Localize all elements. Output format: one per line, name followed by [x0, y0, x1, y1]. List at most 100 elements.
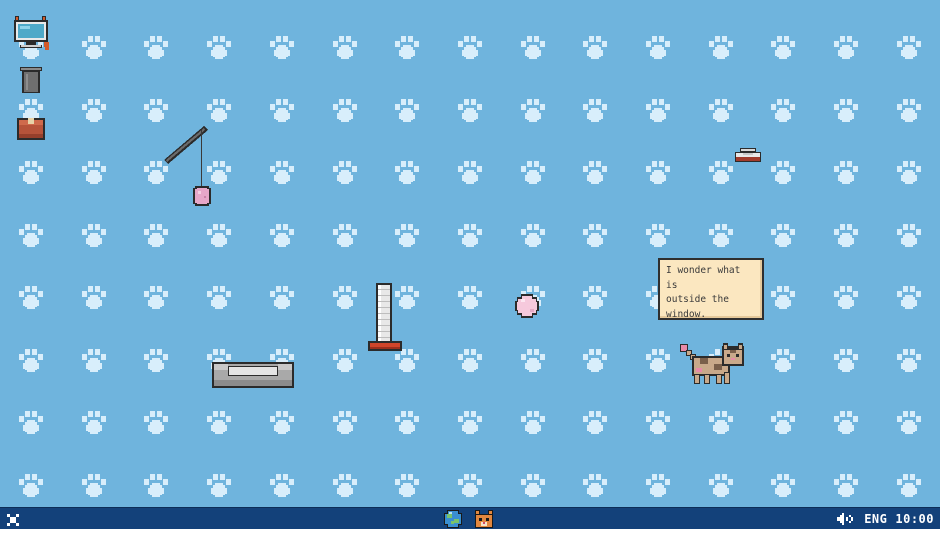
paw-print-icon: [207, 224, 231, 247]
paw-print-icon: [771, 224, 795, 247]
close-x-icon[interactable]: [6, 512, 20, 526]
desktop[interactable]: I wonder what is outside the window.: [0, 0, 940, 507]
paw-print-icon: [19, 161, 43, 184]
globe-browser-icon[interactable]: [442, 509, 464, 529]
paw-print-icon: [521, 36, 545, 59]
paw-print-icon: [521, 349, 545, 372]
cat-speech-bubble: I wonder what is outside the window.: [658, 258, 764, 320]
paw-print-icon: [834, 411, 858, 434]
paw-print-icon: [458, 224, 482, 247]
paw-print-icon: [771, 36, 795, 59]
paw-print-icon: [646, 161, 670, 184]
paw-print-icon: [82, 286, 106, 309]
paw-print-icon: [270, 36, 294, 59]
paw-print-icon: [207, 99, 231, 122]
paw-print-icon: [144, 286, 168, 309]
paw-print-icon: [834, 224, 858, 247]
paw-print-icon: [646, 224, 670, 247]
paw-print-icon: [897, 474, 921, 497]
paw-print-icon: [82, 161, 106, 184]
paw-print-icon: [709, 161, 733, 184]
paw-print-icon: [771, 161, 795, 184]
paw-print-icon: [270, 99, 294, 122]
paw-print-icon: [834, 286, 858, 309]
paw-print-icon: [834, 99, 858, 122]
feather-wand-toy[interactable]: [160, 122, 216, 212]
paw-print-icon: [19, 286, 43, 309]
paw-print-icon: [270, 161, 294, 184]
paw-print-icon: [144, 474, 168, 497]
paw-print-icon: [834, 36, 858, 59]
cat-face-app-icon[interactable]: [473, 509, 495, 529]
pet-cat[interactable]: [678, 340, 746, 386]
paw-print-icon: [82, 99, 106, 122]
paw-print-icon: [395, 99, 419, 122]
cardboard-box-icon[interactable]: [17, 116, 45, 140]
paw-print-icon: [395, 224, 419, 247]
paw-print-icon: [207, 36, 231, 59]
paw-print-icon: [583, 36, 607, 59]
paw-print-icon: [897, 36, 921, 59]
paw-print-icon: [897, 224, 921, 247]
paw-print-icon: [771, 411, 795, 434]
paw-print-icon: [583, 224, 607, 247]
trash-bin-icon[interactable]: [20, 66, 42, 94]
cat-bed[interactable]: [212, 360, 294, 390]
food-bowl[interactable]: [733, 146, 763, 163]
language-indicator[interactable]: ENG: [864, 512, 887, 526]
computer-cat-icon[interactable]: [11, 14, 51, 52]
paw-print-icon: [709, 474, 733, 497]
paw-print-icon: [333, 349, 357, 372]
paw-print-icon: [521, 161, 545, 184]
scratching-post[interactable]: [366, 283, 404, 353]
paw-print-icon: [583, 286, 607, 309]
paw-print-icon: [583, 474, 607, 497]
paw-print-icon: [771, 474, 795, 497]
paw-print-icon: [333, 286, 357, 309]
taskbar: ENG 10:00: [0, 507, 940, 529]
paw-print-icon: [333, 224, 357, 247]
paw-print-icon: [897, 99, 921, 122]
paw-print-icon: [144, 411, 168, 434]
paw-print-icon: [270, 411, 294, 434]
paw-print-icon: [834, 349, 858, 372]
paw-print-icon: [458, 349, 482, 372]
paw-print-icon: [333, 411, 357, 434]
paw-print-icon: [583, 349, 607, 372]
paw-print-icon: [333, 99, 357, 122]
paw-print-icon: [458, 286, 482, 309]
system-tray: ENG 10:00: [836, 508, 934, 530]
yarn-ball[interactable]: [515, 294, 539, 318]
paw-print-icon: [458, 99, 482, 122]
paw-print-icon: [709, 411, 733, 434]
paw-print-icon: [82, 411, 106, 434]
paw-print-icon: [19, 349, 43, 372]
paw-print-icon: [583, 99, 607, 122]
paw-print-icon: [82, 36, 106, 59]
paw-print-icon: [646, 36, 670, 59]
paw-print-icon: [583, 411, 607, 434]
clock[interactable]: 10:00: [895, 512, 934, 526]
paw-print-icon: [19, 411, 43, 434]
paw-print-icon: [395, 36, 419, 59]
paw-print-icon: [646, 474, 670, 497]
paw-print-icon: [82, 224, 106, 247]
paw-print-icon: [19, 474, 43, 497]
paw-print-icon: [897, 286, 921, 309]
paw-print-icon: [144, 36, 168, 59]
paw-print-icon: [897, 349, 921, 372]
paw-print-icon: [834, 161, 858, 184]
paw-print-icon: [646, 411, 670, 434]
paw-print-icon: [82, 474, 106, 497]
paw-print-icon: [395, 411, 419, 434]
paw-print-icon: [333, 36, 357, 59]
paw-print-icon: [270, 474, 294, 497]
paw-print-icon: [207, 286, 231, 309]
paw-print-icon: [207, 474, 231, 497]
speaker-icon[interactable]: [836, 512, 856, 526]
paw-print-icon: [583, 161, 607, 184]
paw-print-icon: [771, 286, 795, 309]
paw-print-icon: [771, 349, 795, 372]
paw-print-icon: [458, 36, 482, 59]
paw-print-icon: [270, 224, 294, 247]
